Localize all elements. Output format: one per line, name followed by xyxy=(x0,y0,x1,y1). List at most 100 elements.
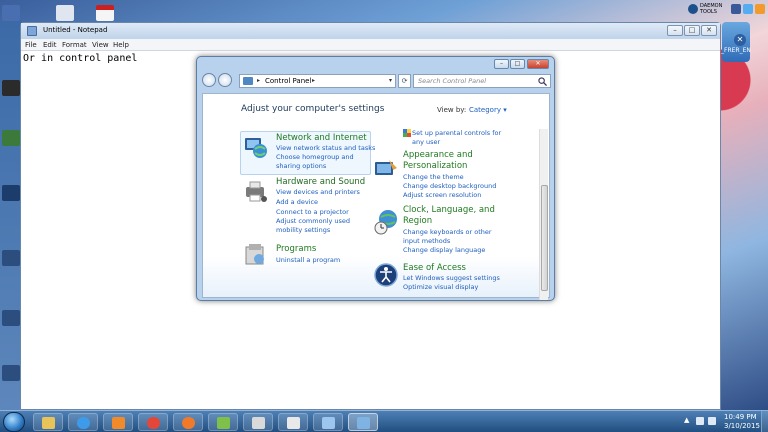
taskbar-app[interactable] xyxy=(208,413,238,431)
link-change-theme[interactable]: Change the theme xyxy=(403,173,464,181)
taskbar-explorer[interactable] xyxy=(33,413,63,431)
programs-icon xyxy=(245,244,264,265)
link-add-device[interactable]: Add a device xyxy=(276,198,318,206)
search-input[interactable]: Search Control Panel xyxy=(413,74,551,88)
search-icon[interactable] xyxy=(538,77,547,86)
link-sharing-options[interactable]: sharing options xyxy=(276,162,326,170)
breadcrumb-control-panel[interactable]: Control Panel xyxy=(265,77,311,85)
category-ease-of-access[interactable]: Ease of Access Let Windows suggest setti… xyxy=(373,263,513,294)
category-hardware-sound[interactable]: Hardware and Sound View devices and prin… xyxy=(243,177,373,239)
daemon-tools-icon[interactable] xyxy=(688,4,698,14)
desktop-shortcut-icon[interactable] xyxy=(2,130,20,146)
link-optimize-visual-display[interactable]: Optimize visual display xyxy=(403,283,478,291)
category-title[interactable]: Personalization xyxy=(403,161,467,171)
start-button[interactable] xyxy=(3,412,25,432)
category-title[interactable]: Network and Internet xyxy=(276,133,367,143)
link-display-language[interactable]: Change display language xyxy=(403,246,485,254)
menu-file[interactable]: File xyxy=(25,41,37,49)
category-title[interactable]: Programs xyxy=(276,244,316,254)
menu-format[interactable]: Format xyxy=(62,41,87,49)
chevron-down-icon[interactable]: ▾ xyxy=(389,77,392,84)
menu-help[interactable]: Help xyxy=(113,41,129,49)
menu-view[interactable]: View xyxy=(92,41,109,49)
link-connect-projector[interactable]: Connect to a projector xyxy=(276,208,349,216)
menu-edit[interactable]: Edit xyxy=(43,41,57,49)
show-hidden-icons-button[interactable]: ▲ xyxy=(684,416,689,424)
twitter-icon[interactable] xyxy=(743,4,753,14)
gadget-label: _FRER_EN xyxy=(721,47,751,54)
close-button[interactable]: ✕ xyxy=(527,59,549,69)
close-icon[interactable]: ✕ xyxy=(734,34,746,46)
taskbar-paint[interactable] xyxy=(243,413,273,431)
link-desktop-background[interactable]: Change desktop background xyxy=(403,182,496,190)
minimize-button[interactable]: – xyxy=(667,25,683,36)
refresh-button[interactable]: ⟳ xyxy=(398,74,411,88)
link-uninstall-program[interactable]: Uninstall a program xyxy=(276,256,340,264)
folder-icon xyxy=(42,417,55,429)
category-programs[interactable]: Programs Uninstall a program xyxy=(243,242,373,272)
parental-controls[interactable]: Set up parental controls for any user xyxy=(403,129,513,149)
address-bar[interactable]: ▸ Control Panel ▸ ▾ xyxy=(239,74,396,88)
breadcrumb-separator-icon[interactable]: ▸ xyxy=(312,77,315,84)
chrome-icon xyxy=(147,417,160,429)
maximize-button[interactable]: □ xyxy=(684,25,700,36)
desktop-shortcut-icon[interactable] xyxy=(2,250,20,266)
show-desktop-button[interactable] xyxy=(761,411,768,432)
link-any-user[interactable]: any user xyxy=(412,138,440,146)
link-windows-suggest-settings[interactable]: Let Windows suggest settings xyxy=(403,274,500,282)
close-button[interactable]: ✕ xyxy=(701,25,717,36)
control-panel-window[interactable]: – □ ✕ ▸ Control Panel ▸ ▾ ⟳ Search Contr… xyxy=(196,56,555,301)
taskbar-control-panel[interactable] xyxy=(348,413,378,431)
link-mobility-settings[interactable]: mobility settings xyxy=(276,226,330,234)
recycle-bin-icon[interactable] xyxy=(2,5,20,21)
app-icon xyxy=(287,417,300,429)
link-parental-controls[interactable]: Set up parental controls for xyxy=(412,129,501,137)
link-view-network-status[interactable]: View network status and tasks xyxy=(276,144,375,152)
taskbar-firefox[interactable] xyxy=(173,413,203,431)
taskbar-notepad[interactable] xyxy=(313,413,343,431)
link-screen-resolution[interactable]: Adjust screen resolution xyxy=(403,191,481,199)
link-choose-homegroup[interactable]: Choose homegroup and xyxy=(276,153,354,161)
back-button[interactable] xyxy=(202,73,216,87)
category-title[interactable]: Ease of Access xyxy=(403,263,466,273)
desktop-shortcut-icon[interactable] xyxy=(2,80,20,96)
desktop-shortcut-icon[interactable] xyxy=(2,185,20,201)
vertical-scrollbar[interactable] xyxy=(539,129,548,300)
control-panel-content: Adjust your computer's settings View by:… xyxy=(202,93,550,300)
maximize-button[interactable]: □ xyxy=(510,59,525,69)
flag-icon[interactable] xyxy=(696,417,704,425)
category-title[interactable]: Hardware and Sound xyxy=(276,177,365,187)
notepad-titlebar[interactable]: Untitled - Notepad – □ ✕ xyxy=(21,23,720,39)
category-title[interactable]: Clock, Language, and xyxy=(403,205,495,215)
category-title[interactable]: Region xyxy=(403,216,432,226)
taskbar-chrome[interactable] xyxy=(138,413,168,431)
network-icon[interactable] xyxy=(708,417,716,425)
minimize-button[interactable]: – xyxy=(494,59,509,69)
link-adjust-mobility[interactable]: Adjust commonly used xyxy=(276,217,350,225)
link-change-keyboards[interactable]: Change keyboards or other xyxy=(403,228,492,236)
clock-time[interactable]: 10:49 PM xyxy=(724,413,757,421)
view-by-dropdown[interactable]: Category ▾ xyxy=(469,106,507,114)
link-view-devices-printers[interactable]: View devices and printers xyxy=(276,188,360,196)
forward-button[interactable] xyxy=(218,73,232,87)
category-appearance-personalization[interactable]: Appearance and Personalization Change th… xyxy=(373,150,513,202)
taskbar-app[interactable] xyxy=(278,413,308,431)
category-clock-language-region[interactable]: Clock, Language, and Region Change keybo… xyxy=(373,205,513,257)
taskbar-media-player[interactable] xyxy=(103,413,133,431)
link-input-methods[interactable]: input methods xyxy=(403,237,450,245)
clock-date[interactable]: 3/10/2015 xyxy=(724,422,760,430)
facebook-icon[interactable] xyxy=(731,4,741,14)
notepad-icon xyxy=(27,26,37,36)
app-icon xyxy=(217,417,230,429)
pdf-file-icon[interactable] xyxy=(96,5,114,21)
breadcrumb-separator-icon[interactable]: ▸ xyxy=(257,77,260,84)
taskbar-internet-explorer[interactable] xyxy=(68,413,98,431)
rss-icon[interactable] xyxy=(755,4,765,14)
globe-clock-icon xyxy=(374,210,397,235)
category-network-internet[interactable]: Network and Internet View network status… xyxy=(243,133,375,174)
scrollbar-thumb[interactable] xyxy=(541,185,548,291)
category-title[interactable]: Appearance and xyxy=(403,150,473,160)
desktop-shortcut-icon[interactable] xyxy=(2,365,20,381)
desktop-shortcut-icon[interactable] xyxy=(2,310,20,326)
desktop-file-icon[interactable] xyxy=(56,5,74,21)
